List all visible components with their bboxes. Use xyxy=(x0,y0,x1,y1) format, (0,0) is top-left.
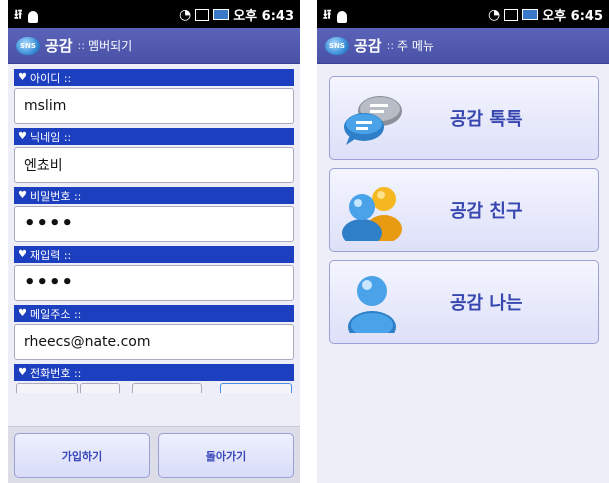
password-confirm-input[interactable]: •••• xyxy=(14,265,294,301)
battery-icon xyxy=(522,9,539,20)
menu-item-label: 공감 나는 xyxy=(450,293,523,314)
menu-item-friends[interactable]: 공감 친구 xyxy=(329,168,599,252)
email-label: ♥ 메일주소 :: xyxy=(14,305,294,322)
heart-icon: ♥ xyxy=(18,367,27,378)
phone-prefix-select[interactable] xyxy=(80,383,120,393)
sns-logo-icon: SNS xyxy=(325,36,349,55)
title-separator: :: xyxy=(77,39,86,52)
title-bar: SNS 공감 :: 주 메뉴 xyxy=(317,28,609,64)
status-time: 오후 6:45 xyxy=(542,9,603,24)
sns-logo-icon: SNS xyxy=(16,36,40,55)
usb-icon: ⭿ xyxy=(323,8,332,23)
password-label: ♥ 비밀번호 :: xyxy=(14,187,294,204)
back-button[interactable]: 돌아가기 xyxy=(158,433,294,478)
main-menu-screen: ⭿ ◔ 오후 6:45 SNS 공감 :: 주 메뉴 공감 톡톡 공감 친구 공… xyxy=(317,0,609,483)
status-bar: ⭿ ◔ 오후 6:43 xyxy=(8,0,300,28)
app-name: 공감 xyxy=(45,37,73,55)
title-separator: :: xyxy=(386,39,395,52)
signup-screen: ⭿ ◔ 오후 6:43 SNS 공감 :: 멤버되기 ♥ 아이디 :: msli… xyxy=(8,0,300,483)
signup-form: ♥ 아이디 :: mslim ♥ 닉네임 :: 엔쵸비 ♥ 비밀번호 :: ••… xyxy=(8,69,300,393)
user-icon xyxy=(348,276,396,333)
android-debug-icon xyxy=(28,11,39,23)
id-input[interactable]: mslim xyxy=(14,88,294,124)
phone-label: ♥ 전화번호 :: xyxy=(14,364,294,381)
page-title: 멤버되기 xyxy=(88,39,133,53)
password-input[interactable]: •••• xyxy=(14,206,294,242)
join-button[interactable]: 가입하기 xyxy=(14,433,150,478)
page-title: 주 메뉴 xyxy=(397,39,434,53)
battery-icon xyxy=(213,9,230,20)
nickname-input[interactable]: 엔쵸비 xyxy=(14,147,294,183)
bottom-button-bar: 가입하기 돌아가기 xyxy=(8,426,300,483)
wifi-icon: ◔ xyxy=(488,6,501,23)
heart-icon: ♥ xyxy=(18,131,27,142)
heart-icon: ♥ xyxy=(18,190,27,201)
email-input[interactable]: rheecs@nate.com xyxy=(14,324,294,360)
android-debug-icon xyxy=(337,11,348,23)
app-name: 공감 xyxy=(354,37,382,55)
wifi-icon: ◔ xyxy=(179,6,192,23)
status-bar: ⭿ ◔ 오후 6:45 xyxy=(317,0,609,28)
signal-icon xyxy=(504,8,519,21)
title-bar: SNS 공감 :: 멤버되기 xyxy=(8,28,300,64)
main-menu: 공감 톡톡 공감 친구 공감 나는 xyxy=(317,64,609,344)
heart-icon: ♥ xyxy=(18,249,27,260)
heart-icon: ♥ xyxy=(18,308,27,319)
heart-icon: ♥ xyxy=(18,72,27,83)
phone-fields xyxy=(14,383,294,393)
password-confirm-label: ♥ 재입력 :: xyxy=(14,246,294,263)
signal-icon xyxy=(195,8,210,21)
menu-item-me[interactable]: 공감 나는 xyxy=(329,260,599,344)
friends-icon xyxy=(342,187,402,241)
chat-bubbles-icon xyxy=(344,96,402,145)
nickname-label: ♥ 닉네임 :: xyxy=(14,128,294,145)
menu-item-label: 공감 톡톡 xyxy=(450,109,523,130)
menu-item-talk[interactable]: 공감 톡톡 xyxy=(329,76,599,160)
phone-carrier-select[interactable] xyxy=(16,383,78,393)
id-label: ♥ 아이디 :: xyxy=(14,69,294,86)
usb-icon: ⭿ xyxy=(14,8,23,23)
status-time: 오후 6:43 xyxy=(233,9,294,24)
phone-last-input[interactable] xyxy=(220,383,292,393)
menu-item-label: 공감 친구 xyxy=(450,201,523,222)
phone-middle-input[interactable] xyxy=(132,383,202,393)
